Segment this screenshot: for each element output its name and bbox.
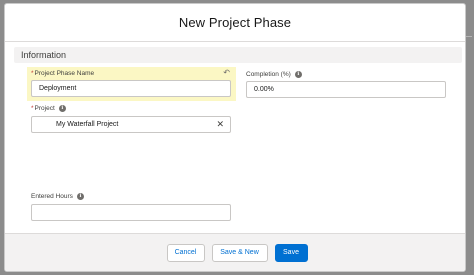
- phase-name-label: *Project Phase Name: [31, 69, 95, 77]
- save-button[interactable]: Save: [274, 243, 308, 262]
- save-and-new-button[interactable]: Save & New: [211, 243, 268, 262]
- section-label: Information: [21, 50, 67, 60]
- info-icon[interactable]: i: [294, 70, 302, 78]
- phase-name-input[interactable]: Deployment: [31, 80, 231, 97]
- entered-hours-label: Entered Hours i: [31, 191, 231, 201]
- section-information[interactable]: Information: [14, 47, 462, 63]
- background-mark: —: [465, 33, 472, 40]
- project-value: My Waterfall Project: [56, 121, 119, 128]
- project-field: *Project i My Waterfall Project ✕: [31, 103, 231, 133]
- backdrop: — New Project Phase Information *Project…: [0, 0, 474, 275]
- clear-icon[interactable]: ✕: [216, 119, 224, 130]
- modal-header: New Project Phase: [5, 4, 465, 42]
- info-icon[interactable]: i: [76, 192, 84, 200]
- phase-name-value: Deployment: [39, 85, 77, 92]
- completion-value: 0.00%: [254, 86, 274, 93]
- new-project-phase-modal: New Project Phase Information *Project P…: [4, 3, 466, 272]
- undo-icon[interactable]: ↶: [223, 68, 230, 77]
- project-lookup-input[interactable]: My Waterfall Project ✕: [31, 116, 231, 133]
- required-mark: *: [31, 69, 34, 77]
- project-label: *Project i: [31, 103, 231, 113]
- cancel-button[interactable]: Cancel: [166, 243, 205, 262]
- entered-hours-field: Entered Hours i: [31, 191, 231, 221]
- completion-label: Completion (%) i: [246, 69, 446, 79]
- completion-input[interactable]: 0.00%: [246, 81, 446, 98]
- completion-field: Completion (%) i 0.00%: [246, 69, 446, 98]
- entered-hours-input[interactable]: [31, 204, 231, 221]
- info-icon[interactable]: i: [58, 104, 66, 112]
- phase-name-field: *Project Phase Name ↶ Deployment: [31, 68, 231, 97]
- modal-footer: Cancel Save & New Save: [5, 233, 465, 271]
- modal-title: New Project Phase: [178, 15, 292, 30]
- record-icon: [39, 119, 49, 130]
- required-mark: *: [31, 104, 34, 112]
